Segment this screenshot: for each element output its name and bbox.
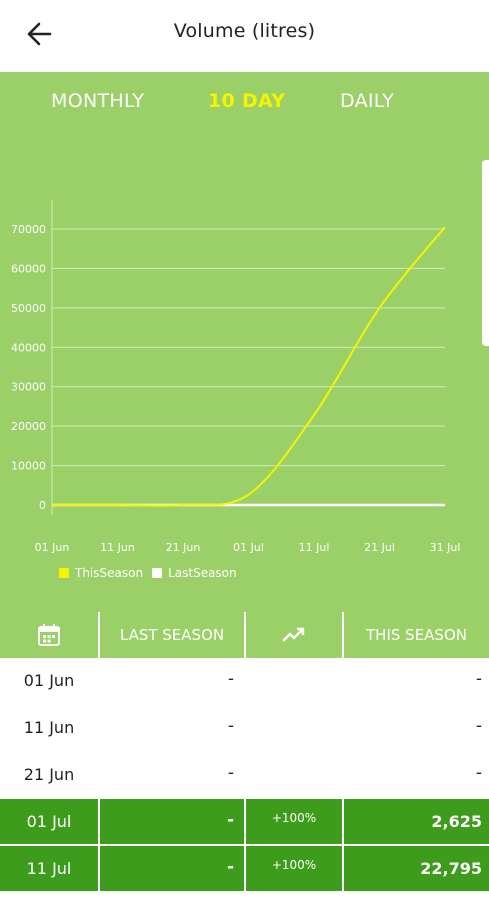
- legend-swatch-this-season: [59, 568, 69, 578]
- legend-swatch-last-season: [152, 568, 163, 578]
- date-column-header[interactable]: [0, 614, 98, 656]
- y-tick-label: 70000: [11, 223, 46, 236]
- legend-item-this-season: ThisSeason: [59, 566, 143, 580]
- chart-legend: ThisSeason LastSeason: [59, 566, 246, 580]
- row-last-season: -: [227, 763, 234, 783]
- chart-panel: MONTHLY 10 DAY DAILY 0 10000 20000 30000 400…: [0, 72, 489, 612]
- x-tick-label: 21 Jul: [364, 541, 395, 554]
- row-this-season: -: [475, 763, 482, 783]
- table-row[interactable]: 11 Jun - -: [0, 705, 489, 752]
- y-tick-label: 50000: [11, 302, 46, 315]
- table-header: LAST SEASON THIS SEASON: [0, 612, 489, 658]
- x-tick-label: 01 Jul: [233, 541, 264, 554]
- row-this-season: -: [475, 669, 482, 689]
- trending-up-icon: [282, 627, 305, 642]
- this-season-column-header[interactable]: THIS SEASON: [344, 614, 489, 656]
- y-tick-label: 30000: [11, 381, 46, 394]
- row-change: +100%: [271, 811, 317, 825]
- row-this-season: -: [475, 716, 482, 736]
- legend-label-last-season: LastSeason: [168, 566, 237, 580]
- table-row-highlighted[interactable]: 11 Jul - +100% 22,795: [0, 846, 489, 893]
- row-last-season: -: [226, 857, 234, 877]
- volume-line-chart: 0 10000 20000 30000 40000 50000 60000 70000 01 J…: [11, 200, 461, 554]
- app-header: Volume (litres): [0, 0, 489, 72]
- x-tick-label: 11 Jul: [299, 541, 330, 554]
- table-row[interactable]: 21 Jun - -: [0, 752, 489, 799]
- x-tick-label: 21 Jun: [166, 541, 201, 554]
- row-last-season: -: [227, 716, 234, 736]
- table-row[interactable]: 01 Jun - -: [0, 658, 489, 705]
- row-date: 01 Jun: [23, 671, 75, 690]
- x-tick-label: 31 Jul: [430, 541, 461, 554]
- y-tick-label: 0: [39, 499, 46, 512]
- row-date: 01 Jul: [26, 812, 72, 831]
- y-tick-label: 20000: [11, 420, 46, 433]
- y-tick-label: 60000: [11, 262, 46, 275]
- change-column-header[interactable]: [246, 614, 342, 656]
- page-title: Volume (litres): [173, 20, 316, 42]
- row-last-season: -: [226, 810, 234, 830]
- x-tick-label: 01 Jun: [35, 541, 70, 554]
- y-tick-label: 10000: [11, 460, 46, 473]
- volume-table: LAST SEASON THIS SEASON 01 Jun - - 11 Ju…: [0, 612, 489, 893]
- table-row-highlighted[interactable]: 01 Jul - +100% 2,625: [0, 799, 489, 846]
- row-last-season: -: [227, 669, 234, 689]
- row-this-season: 22,795: [420, 859, 482, 878]
- row-this-season: 2,625: [431, 812, 482, 831]
- row-date: 21 Jun: [23, 765, 75, 784]
- row-date: 11 Jul: [26, 859, 72, 878]
- x-tick-label: 11 Jun: [100, 541, 135, 554]
- last-season-column-header[interactable]: LAST SEASON: [100, 614, 244, 656]
- legend-label-this-season: ThisSeason: [75, 566, 144, 580]
- y-tick-label: 40000: [11, 341, 46, 354]
- row-date: 11 Jun: [23, 718, 75, 737]
- row-change: +100%: [271, 858, 317, 872]
- calendar-icon: [38, 624, 60, 646]
- legend-item-last-season: LastSeason: [152, 566, 237, 580]
